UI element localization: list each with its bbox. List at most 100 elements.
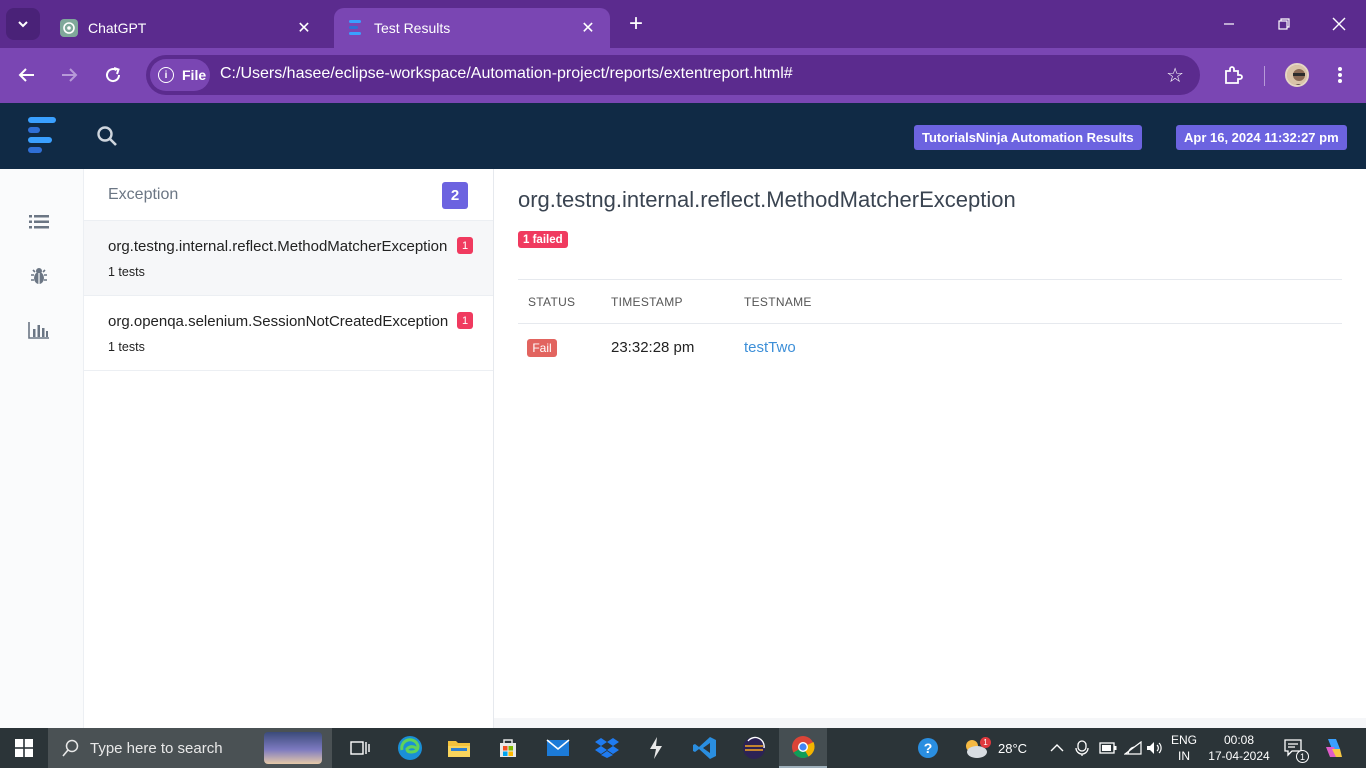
start-button[interactable] (0, 728, 48, 768)
reload-button[interactable] (98, 60, 128, 90)
nav-tests-button[interactable] (28, 211, 50, 233)
exception-test-count: 1 tests (108, 265, 145, 279)
vscode-icon (693, 737, 716, 759)
site-info-chip[interactable]: i File (150, 59, 210, 91)
exception-count-badge: 2 (442, 182, 468, 209)
chevron-up-icon (1050, 744, 1064, 752)
file-explorer-app[interactable] (435, 728, 483, 768)
help-icon: ? (918, 738, 938, 758)
chrome-app[interactable] (779, 728, 827, 768)
battery-icon[interactable] (1099, 728, 1117, 768)
failed-count-badge: 1 failed (518, 231, 568, 248)
taskbar-search-box[interactable]: Type here to search (48, 728, 332, 768)
back-button[interactable] (12, 60, 42, 90)
info-icon: i (158, 67, 174, 83)
list-title: Exception (108, 185, 179, 203)
url-text[interactable]: C:/Users/hasee/eclipse-workspace/Automat… (220, 65, 793, 83)
volume-icon[interactable] (1146, 728, 1164, 768)
show-hidden-icons-button[interactable] (1050, 728, 1064, 768)
minimize-button[interactable] (1206, 8, 1252, 40)
extent-logo[interactable] (28, 115, 60, 155)
eclipse-app[interactable] (730, 728, 778, 768)
exception-name: org.openqa.selenium.SessionNotCreatedExc… (108, 313, 449, 330)
arrow-left-icon (18, 68, 34, 82)
tab-label: ChatGPT (88, 20, 147, 36)
horizontal-scrollbar[interactable] (494, 718, 1366, 728)
reload-icon (106, 67, 121, 83)
windows-taskbar: Type here to search ? 1 28°C ENG IN 00:0… (0, 728, 1366, 768)
list-icon (29, 215, 49, 229)
bookmark-star-icon[interactable]: ☆ (1166, 63, 1184, 88)
forward-button[interactable] (54, 60, 84, 90)
weather-alert-badge: 1 (980, 737, 991, 748)
bug-icon (31, 268, 47, 284)
close-icon (1332, 17, 1346, 31)
search-icon[interactable] (96, 125, 118, 152)
mail-icon (546, 739, 570, 756)
copilot-button[interactable] (1322, 728, 1344, 768)
input-language[interactable]: ENG IN (1168, 732, 1200, 764)
tab-search-button[interactable] (6, 8, 40, 40)
task-view-icon (350, 741, 370, 755)
folder-icon (448, 741, 470, 757)
weather-widget[interactable]: 1 28°C (962, 728, 1027, 768)
notification-count: 1 (1296, 750, 1309, 763)
list-header: Exception 2 (84, 169, 493, 221)
column-header: STATUS (528, 295, 576, 309)
lightning-icon (650, 737, 662, 759)
dropbox-app[interactable] (583, 728, 631, 768)
edge-app[interactable] (386, 728, 434, 768)
help-button[interactable]: ? (904, 728, 952, 768)
table-row: Fail 23:32:28 pm testTwo (518, 323, 1342, 373)
nav-exceptions-button[interactable] (28, 265, 50, 287)
puzzle-icon (1225, 66, 1243, 84)
site-chip-label: File (182, 67, 207, 83)
exception-detail-pane: org.testng.internal.reflect.MethodMatche… (494, 169, 1366, 728)
report-timestamp-badge: Apr 16, 2024 11:32:27 pm (1176, 125, 1347, 150)
extent-logo-icon (346, 19, 364, 37)
table-header-row: STATUS TIMESTAMP TESTNAME (518, 279, 1342, 323)
meet-icon[interactable] (1075, 728, 1089, 768)
chatgpt-icon (60, 19, 78, 37)
chrome-icon (792, 736, 815, 758)
clock-time: 00:08 (1223, 733, 1255, 747)
dev-app[interactable] (632, 728, 680, 768)
chevron-down-icon (18, 21, 28, 28)
mail-app[interactable] (534, 728, 582, 768)
clock[interactable]: 00:08 17-04-2024 (1204, 732, 1274, 764)
close-window-button[interactable] (1316, 8, 1362, 40)
search-icon (62, 739, 79, 757)
profile-avatar[interactable] (1285, 63, 1309, 87)
close-tab-icon[interactable]: ✕ (578, 18, 598, 38)
kebab-menu-icon (1338, 67, 1342, 83)
tab-chatgpt[interactable]: ChatGPT ✕ (48, 8, 326, 48)
store-icon (500, 739, 516, 757)
new-tab-button[interactable]: + (622, 10, 650, 38)
search-placeholder: Type here to search (90, 739, 223, 757)
task-view-button[interactable] (336, 728, 384, 768)
language-code: ENG (1170, 733, 1197, 747)
edge-icon (398, 736, 422, 760)
close-tab-icon[interactable]: ✕ (294, 18, 314, 38)
exception-list-pane: Exception 2 org.testng.internal.reflect.… (84, 169, 494, 728)
store-app[interactable] (484, 728, 532, 768)
vscode-app[interactable] (681, 728, 729, 768)
exception-name: org.testng.internal.reflect.MethodMatche… (108, 238, 448, 255)
toolbar-separator (1264, 66, 1265, 86)
list-item[interactable]: org.openqa.selenium.SessionNotCreatedExc… (84, 296, 493, 371)
nav-dashboard-button[interactable] (28, 319, 50, 341)
tab-test-results[interactable]: Test Results ✕ (334, 8, 610, 48)
testname-link[interactable]: testTwo (744, 339, 796, 356)
browser-toolbar: i File C:/Users/hasee/eclipse-workspace/… (0, 48, 1366, 103)
browser-menu-button[interactable] (1325, 60, 1355, 90)
address-bar[interactable]: i File C:/Users/hasee/eclipse-workspace/… (146, 55, 1200, 95)
extensions-button[interactable] (1218, 60, 1248, 90)
list-item[interactable]: org.testng.internal.reflect.MethodMatche… (84, 221, 493, 296)
wifi-icon[interactable] (1124, 728, 1142, 768)
restore-button[interactable] (1261, 8, 1307, 40)
arrow-right-icon (62, 68, 78, 82)
tests-table: STATUS TIMESTAMP TESTNAME Fail 23:32:28 … (518, 279, 1342, 373)
search-highlight-image (264, 732, 322, 764)
column-header: TESTNAME (744, 295, 812, 309)
notifications-button[interactable]: 1 (1284, 728, 1309, 768)
